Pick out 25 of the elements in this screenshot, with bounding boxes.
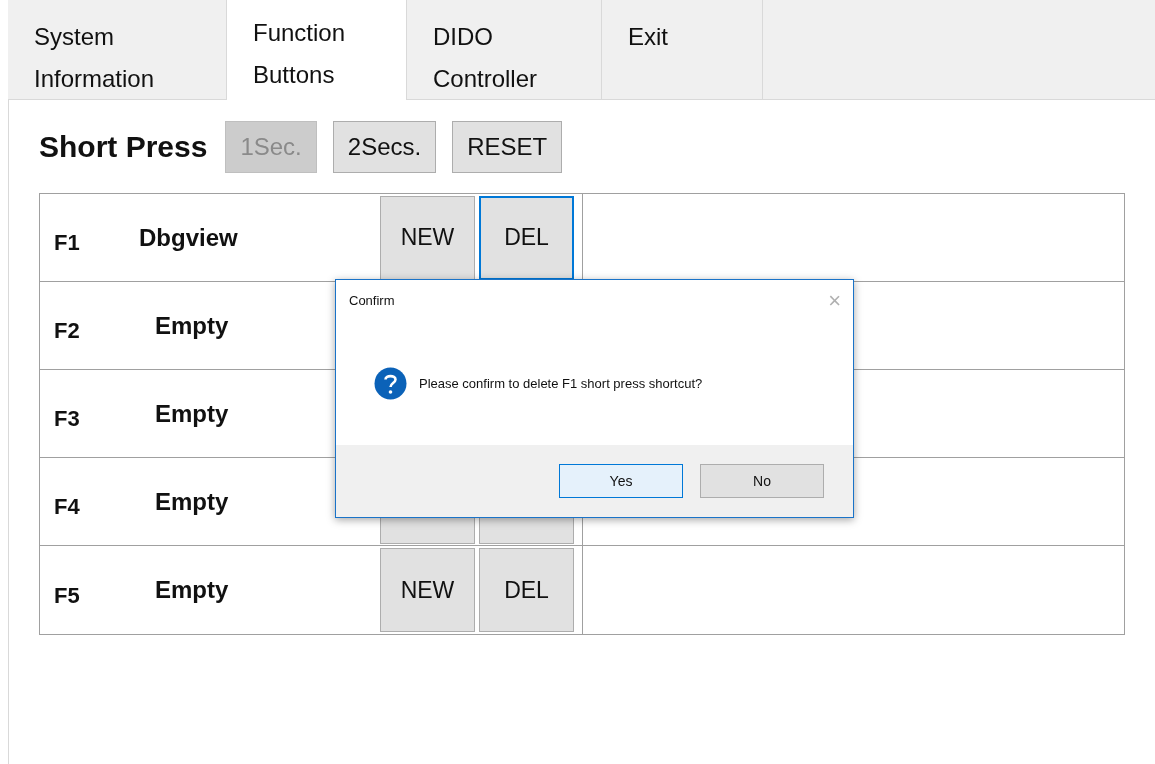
dialog-title: Confirm [349,292,395,311]
tab[interactable]: Exit [602,0,763,100]
shortcut-name: Empty [154,310,230,341]
function-key: F1 [40,216,95,259]
shortcut-name: Dbgview [138,222,239,253]
delete-button[interactable]: DEL [479,195,574,280]
tab[interactable]: DIDO Controller [407,0,602,100]
duration-button[interactable]: RESET [452,120,563,173]
tab[interactable]: System Information [8,0,227,100]
section-heading: Short Press [39,129,208,165]
function-key: F5 [40,568,95,612]
function-key: F3 [40,392,95,435]
shortcut-name: Empty [154,575,230,605]
dialog-button[interactable]: Yes [559,464,683,498]
dialog-button[interactable]: No [700,464,824,498]
function-key: F2 [40,304,95,347]
question-icon [374,367,407,400]
shortcut-name: Empty [154,486,230,517]
shortcut-name: Empty [154,398,230,429]
new-button[interactable]: NEW [380,195,475,280]
new-button[interactable]: NEW [380,548,475,632]
function-key: F4 [40,480,95,523]
duration-button[interactable]: 2Secs. [332,120,437,173]
delete-button[interactable]: DEL [479,548,574,632]
dialog-message: Please confirm to delete F1 short press shortcut? [419,374,703,393]
